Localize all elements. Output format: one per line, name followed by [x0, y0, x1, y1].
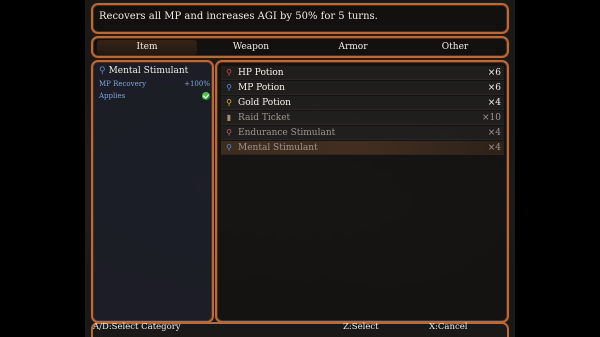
hint-cancel: X:Cancel [429, 322, 468, 332]
stat-value: +100% [184, 80, 210, 88]
stat-label: Applies [99, 92, 126, 100]
item-name: HP Potion [238, 67, 284, 78]
list-item[interactable]: ▮ Raid Ticket ×10 [221, 111, 504, 125]
item-name: Mental Stimulant [238, 142, 318, 153]
blue-flask-icon: ⚲ [226, 143, 232, 152]
item-quantity: ×10 [482, 112, 501, 123]
item-quantity: ×4 [487, 97, 501, 108]
detail-title: ⚲ Mental Stimulant [99, 66, 188, 76]
list-item[interactable]: ⚲ HP Potion ×6 [221, 66, 504, 80]
stat-applies: Applies [99, 92, 210, 100]
item-name: Endurance Stimulant [238, 127, 336, 138]
control-hints: A/D:Select Category Z:Select X:Cancel [91, 322, 509, 335]
category-tabs: Item Weapon Armor Other [91, 36, 509, 58]
item-name: MP Potion [238, 82, 285, 93]
item-quantity: ×6 [487, 67, 501, 78]
ticket-icon: ▮ [226, 113, 232, 122]
tab-armor[interactable]: Armor [303, 42, 403, 52]
help-window: Recovers all MP and increases AGI by 50%… [91, 3, 509, 34]
tab-weapon[interactable]: Weapon [201, 42, 301, 52]
blue-flask-icon: ⚲ [99, 66, 106, 76]
hint-select-category: A/D:Select Category [93, 322, 181, 332]
stat-label: MP Recovery [99, 80, 147, 88]
tab-item[interactable]: Item [97, 40, 197, 55]
gold-potion-icon: ⚲ [226, 98, 232, 107]
detail-item-name: Mental Stimulant [108, 66, 189, 76]
help-description: Recovers all MP and increases AGI by 50%… [99, 11, 378, 22]
check-icon [202, 92, 210, 100]
stat-mp-recovery: MP Recovery +100% [99, 80, 210, 88]
item-quantity: ×6 [487, 82, 501, 93]
item-quantity: ×4 [487, 142, 501, 153]
list-item[interactable]: ⚲ Endurance Stimulant ×4 [221, 126, 504, 140]
hint-select: Z:Select [343, 322, 379, 332]
blue-potion-icon: ⚲ [226, 83, 232, 92]
list-item[interactable]: ⚲ MP Potion ×6 [221, 81, 504, 95]
list-item-selected[interactable]: ⚲ Mental Stimulant ×4 [221, 141, 504, 155]
item-name: Gold Potion [238, 97, 291, 108]
item-detail-panel: ⚲ Mental Stimulant MP Recovery +100% App… [91, 60, 214, 323]
item-list-panel: ⚲ HP Potion ×6 ⚲ MP Potion ×6 ⚲ Gold Pot… [215, 60, 509, 323]
item-name: Raid Ticket [238, 112, 291, 123]
tab-other[interactable]: Other [405, 42, 505, 52]
red-potion-icon: ⚲ [226, 68, 232, 77]
red-flask-icon: ⚲ [226, 128, 232, 137]
list-item[interactable]: ⚲ Gold Potion ×4 [221, 96, 504, 110]
item-quantity: ×4 [487, 127, 501, 138]
